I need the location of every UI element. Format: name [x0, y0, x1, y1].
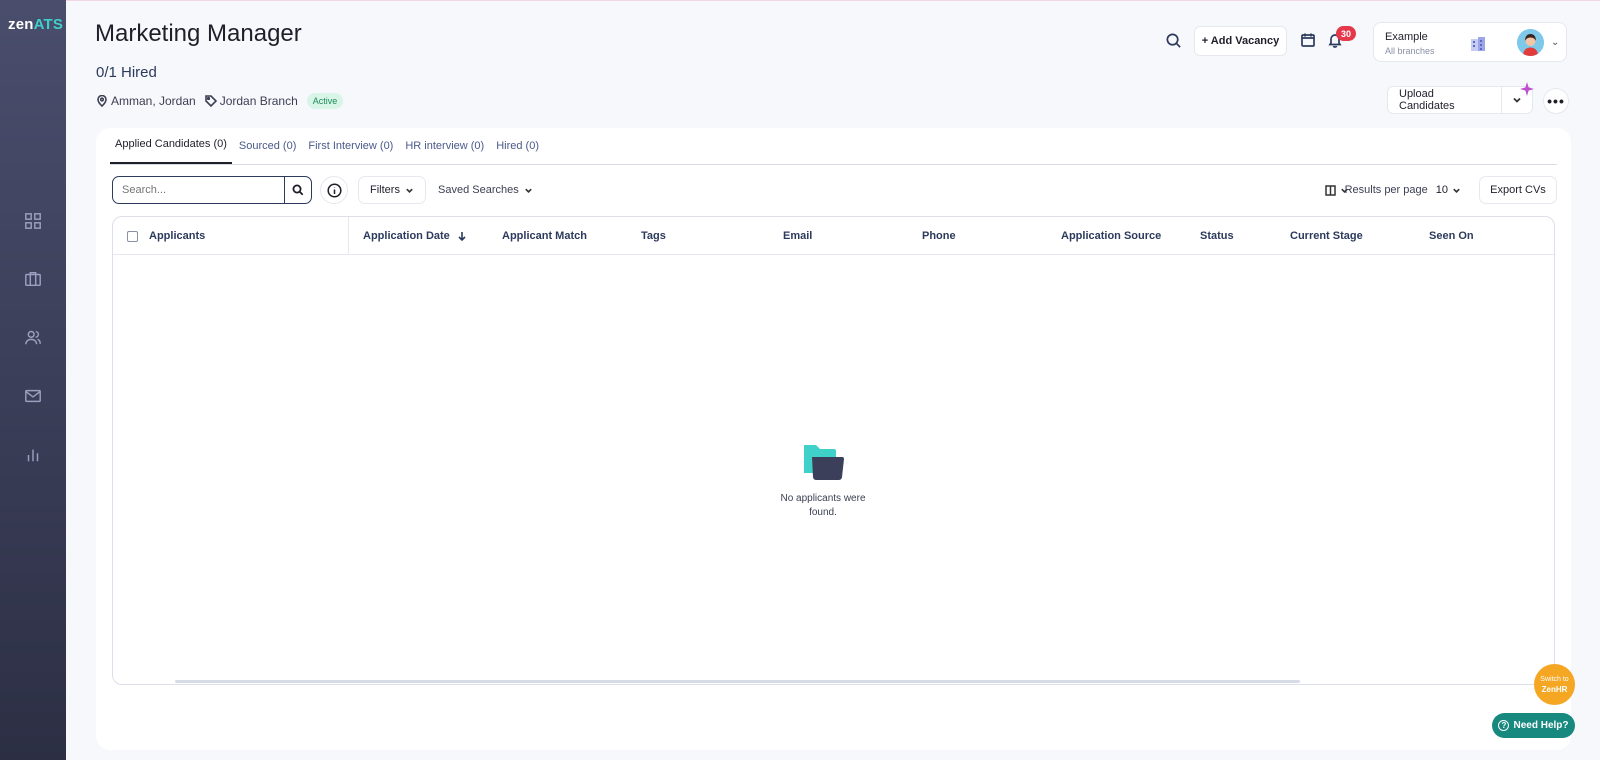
saved-searches-label: Saved Searches [438, 184, 519, 196]
dashboard-icon[interactable] [23, 211, 43, 231]
candidates-card: Applied Candidates (0) Sourced (0) First… [96, 128, 1571, 750]
account-branches: All branches [1385, 46, 1435, 56]
upload-candidates-button[interactable]: Upload Candidates [1388, 87, 1502, 113]
switch-label-bottom: ZenHR [1541, 684, 1568, 694]
hired-count: 0/1 Hired [96, 64, 157, 81]
column-applicant-match: Applicant Match [502, 230, 587, 242]
account-switcher[interactable]: Example All branches ⌄ [1373, 22, 1567, 62]
more-options-button[interactable]: ••• [1543, 88, 1569, 114]
tab-applied[interactable]: Applied Candidates (0) [110, 138, 232, 164]
location: Amman, Jordan [96, 94, 196, 108]
calendar-icon[interactable] [1300, 32, 1316, 53]
upload-candidates-group: Upload Candidates [1387, 86, 1533, 114]
search-box [112, 176, 312, 204]
column-applicants: Applicants [113, 217, 349, 255]
export-cvs-button[interactable]: Export CVs [1479, 176, 1557, 204]
column-application-source: Application Source [1061, 230, 1162, 242]
search-button[interactable] [284, 177, 311, 203]
question-icon: ? [1498, 720, 1510, 731]
empty-state: No applicants were found. [769, 439, 877, 520]
column-label: Applicants [149, 230, 206, 242]
building-icon [1469, 35, 1487, 58]
location-text: Amman, Jordan [111, 94, 196, 108]
info-icon [326, 182, 342, 198]
search-icon [292, 184, 304, 196]
results-per-page-label: Results per page [1344, 184, 1428, 196]
column-status: Status [1200, 230, 1234, 242]
need-help-label: Need Help? [1513, 720, 1569, 731]
chevron-down-icon [405, 186, 414, 195]
applicants-table: Applicants Application Date Applicant Ma… [112, 216, 1555, 685]
chevron-down-icon: ⌄ [1551, 37, 1560, 48]
add-vacancy-button[interactable]: + Add Vacancy [1194, 26, 1287, 56]
table-header: Applicants Application Date Applicant Ma… [113, 217, 1554, 255]
sort-arrow-down-icon [450, 231, 467, 241]
tab-sourced[interactable]: Sourced (0) [234, 140, 301, 164]
stage-tabs: Applied Candidates (0) Sourced (0) First… [110, 128, 1557, 165]
sparkle-icon [1520, 82, 1534, 96]
column-application-date[interactable]: Application Date [363, 217, 467, 255]
mail-icon[interactable] [23, 386, 43, 406]
toolbar: Filters Saved Searches Results per page … [112, 176, 1557, 204]
empty-folder-icon [804, 445, 844, 480]
filters-button[interactable]: Filters [358, 176, 426, 204]
switch-to-zenhr-button[interactable]: Switch to ZenHR [1534, 664, 1575, 705]
switch-label-top: Switch to [1540, 675, 1569, 683]
horizontal-scrollbar[interactable] [175, 680, 1300, 683]
column-current-stage: Current Stage [1290, 230, 1363, 242]
status-badge: Active [306, 93, 344, 109]
need-help-button[interactable]: ? Need Help? [1492, 713, 1575, 738]
column-tags: Tags [641, 230, 666, 242]
account-name: Example [1385, 31, 1428, 43]
bar-chart-icon[interactable] [23, 445, 43, 465]
vacancy-meta: Amman, Jordan Jordan Branch Active [96, 93, 344, 109]
users-icon[interactable] [23, 328, 43, 348]
tab-hr-interview[interactable]: HR interview (0) [400, 140, 489, 164]
upload-dropdown-chevron-icon[interactable] [1502, 95, 1532, 105]
notification-badge: 30 [1336, 26, 1356, 41]
sidebar: zenATS [0, 0, 66, 760]
empty-message: No applicants were found. [780, 493, 866, 518]
tab-first-interview[interactable]: First Interview (0) [303, 140, 398, 164]
briefcase-icon[interactable] [23, 269, 43, 289]
chevron-down-icon [524, 186, 533, 195]
location-pin-icon [97, 95, 107, 107]
column-phone: Phone [922, 230, 956, 242]
chevron-down-icon [1452, 186, 1461, 195]
search-input[interactable] [113, 178, 285, 202]
saved-searches-button[interactable]: Saved Searches [438, 176, 533, 204]
tag-icon [204, 95, 217, 107]
branch: Jordan Branch [204, 94, 298, 108]
logo[interactable]: zenATS [8, 16, 63, 33]
results-per-page[interactable]: Results per page 10 [1345, 176, 1461, 204]
info-button[interactable] [320, 176, 348, 204]
select-all-checkbox[interactable] [127, 230, 138, 242]
branch-text: Jordan Branch [219, 94, 298, 108]
tab-hired[interactable]: Hired (0) [491, 140, 544, 164]
top-border [66, 0, 1600, 1]
page-title: Marketing Manager [95, 20, 302, 47]
column-label: Application Date [363, 230, 450, 242]
column-seen-on: Seen On [1429, 230, 1474, 242]
results-per-page-value: 10 [1435, 184, 1448, 196]
avatar[interactable] [1517, 29, 1544, 56]
filters-label: Filters [370, 184, 400, 196]
columns-icon [1325, 184, 1336, 196]
column-email: Email [783, 230, 813, 242]
global-search-icon[interactable] [1165, 32, 1182, 54]
